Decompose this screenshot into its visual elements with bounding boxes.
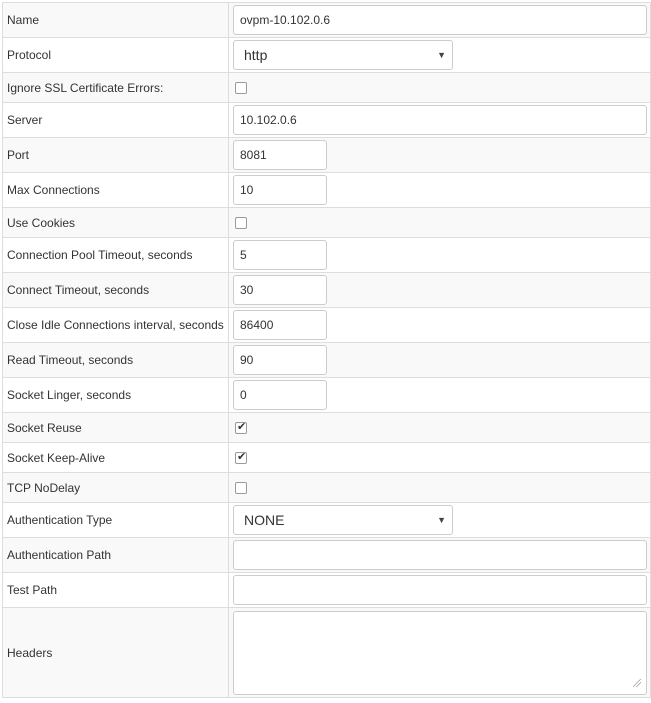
test-path-input[interactable]	[233, 575, 647, 605]
keep-alive-label: Socket Keep-Alive	[2, 442, 229, 473]
row-pool-timeout: Connection Pool Timeout, seconds	[2, 237, 651, 273]
row-port: Port	[2, 137, 651, 173]
test-path-label: Test Path	[2, 572, 229, 608]
row-ignore-ssl: Ignore SSL Certificate Errors:	[2, 72, 651, 103]
settings-form: Name Protocol http ▼ Ignore SSL Certific…	[2, 2, 651, 698]
name-input[interactable]	[233, 5, 647, 35]
protocol-select-value: http	[244, 47, 268, 63]
keep-alive-checkbox[interactable]: ✔	[235, 450, 247, 464]
headers-label: Headers	[2, 607, 229, 698]
auth-path-input[interactable]	[233, 540, 647, 570]
check-icon: ✔	[237, 420, 247, 433]
pool-timeout-label: Connection Pool Timeout, seconds	[2, 237, 229, 273]
tcp-nodelay-label: TCP NoDelay	[2, 472, 229, 503]
port-input[interactable]	[233, 140, 327, 170]
tcp-nodelay-checkbox[interactable]	[235, 481, 247, 494]
auth-type-select-value: NONE	[244, 512, 285, 528]
headers-textarea[interactable]	[233, 610, 647, 695]
use-cookies-label: Use Cookies	[2, 207, 229, 238]
row-socket-reuse: Socket Reuse ✔	[2, 412, 651, 443]
read-timeout-label: Read Timeout, seconds	[2, 342, 229, 378]
row-test-path: Test Path	[2, 572, 651, 608]
ignore-ssl-label: Ignore SSL Certificate Errors:	[2, 72, 229, 103]
row-auth-path: Authentication Path	[2, 537, 651, 573]
pool-timeout-input[interactable]	[233, 240, 327, 270]
row-idle-interval: Close Idle Connections interval, seconds	[2, 307, 651, 343]
protocol-select[interactable]: http ▼	[233, 40, 453, 70]
socket-reuse-checkbox[interactable]: ✔	[235, 420, 247, 434]
server-input[interactable]	[233, 105, 647, 135]
chevron-down-icon: ▼	[437, 50, 446, 60]
socket-linger-input[interactable]	[233, 380, 327, 410]
row-name: Name	[2, 2, 651, 38]
resize-handle-icon[interactable]	[633, 678, 641, 687]
row-max-connections: Max Connections	[2, 172, 651, 208]
row-connect-timeout: Connect Timeout, seconds	[2, 272, 651, 308]
chevron-down-icon: ▼	[437, 515, 446, 525]
row-tcp-nodelay: TCP NoDelay	[2, 472, 651, 503]
row-read-timeout: Read Timeout, seconds	[2, 342, 651, 378]
auth-path-label: Authentication Path	[2, 537, 229, 573]
server-label: Server	[2, 102, 229, 138]
ignore-ssl-checkbox[interactable]	[235, 81, 247, 94]
socket-reuse-label: Socket Reuse	[2, 412, 229, 443]
connect-timeout-label: Connect Timeout, seconds	[2, 272, 229, 308]
idle-interval-input[interactable]	[233, 310, 327, 340]
row-keep-alive: Socket Keep-Alive ✔	[2, 442, 651, 473]
row-headers: Headers	[2, 607, 651, 698]
connect-timeout-input[interactable]	[233, 275, 327, 305]
socket-linger-label: Socket Linger, seconds	[2, 377, 229, 413]
row-socket-linger: Socket Linger, seconds	[2, 377, 651, 413]
read-timeout-input[interactable]	[233, 345, 327, 375]
row-use-cookies: Use Cookies	[2, 207, 651, 238]
auth-type-select[interactable]: NONE ▼	[233, 505, 453, 535]
idle-interval-label: Close Idle Connections interval, seconds	[2, 307, 229, 343]
name-label: Name	[2, 2, 229, 38]
max-connections-input[interactable]	[233, 175, 327, 205]
auth-type-label: Authentication Type	[2, 502, 229, 538]
protocol-label: Protocol	[2, 37, 229, 73]
check-icon: ✔	[237, 450, 247, 463]
row-server: Server	[2, 102, 651, 138]
use-cookies-checkbox[interactable]	[235, 216, 247, 229]
row-protocol: Protocol http ▼	[2, 37, 651, 73]
port-label: Port	[2, 137, 229, 173]
row-auth-type: Authentication Type NONE ▼	[2, 502, 651, 538]
max-connections-label: Max Connections	[2, 172, 229, 208]
